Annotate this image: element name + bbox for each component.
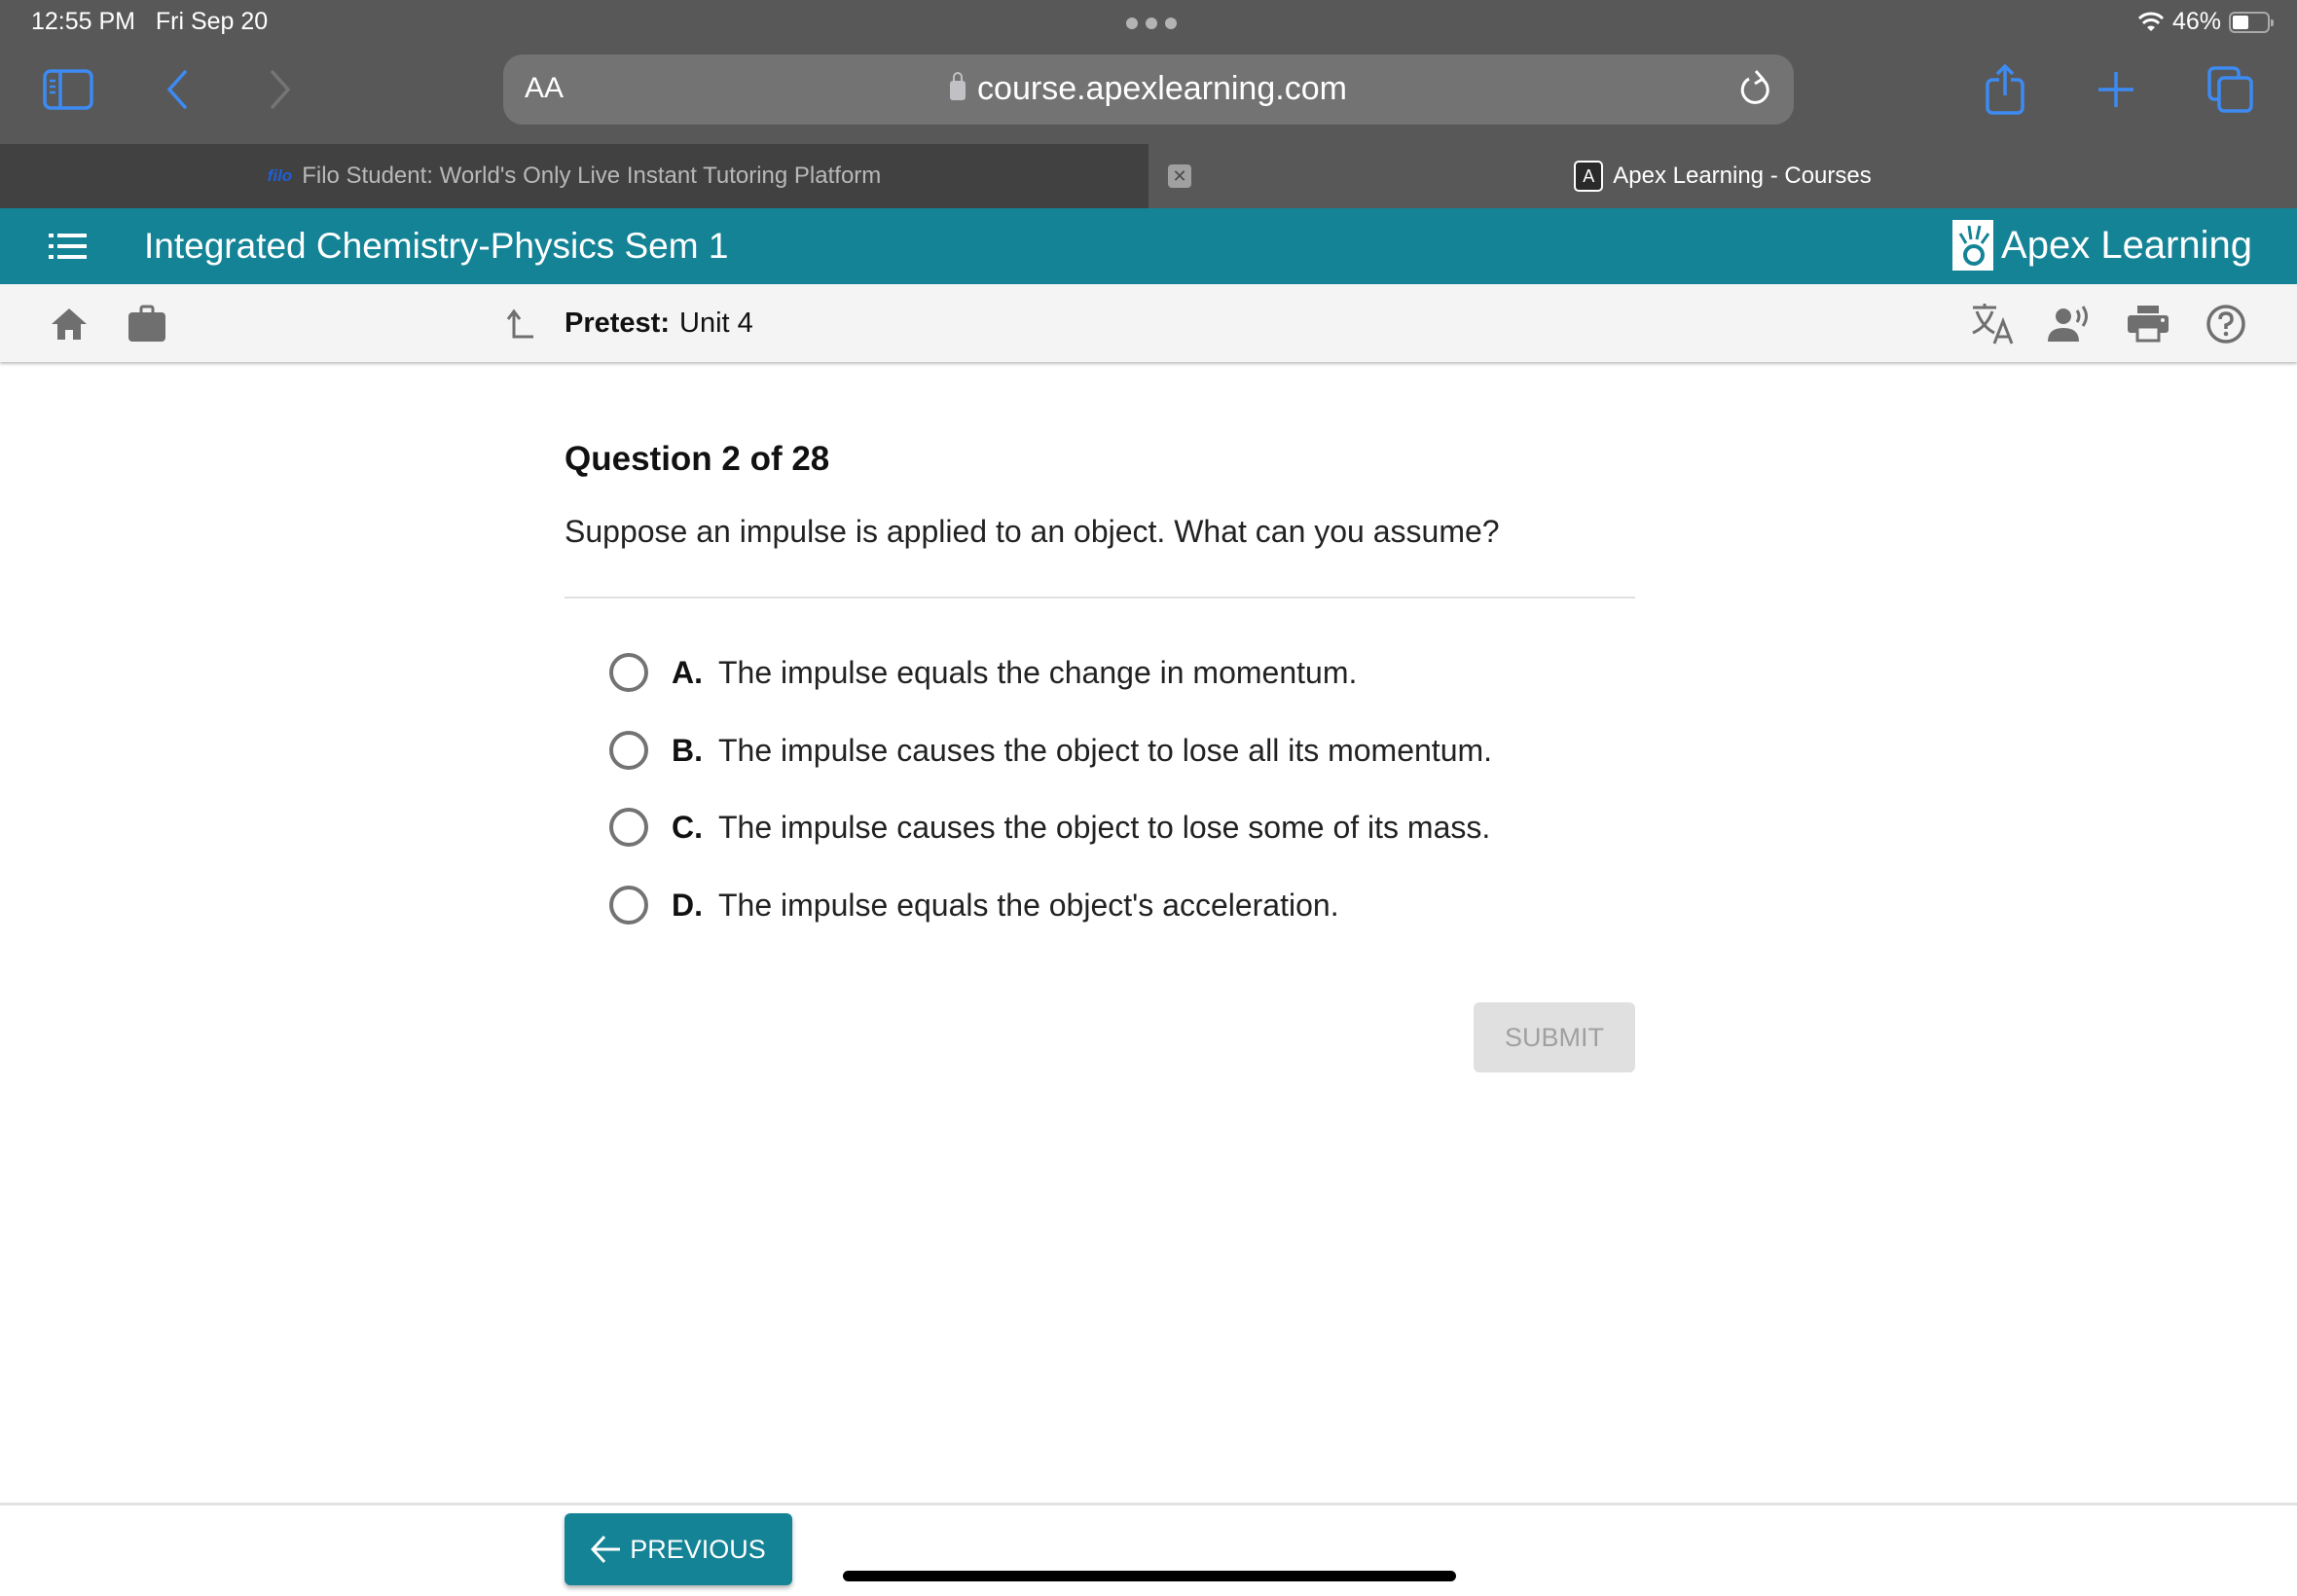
submit-button[interactable]: SUBMIT [1474, 1002, 1635, 1072]
tab-bar: filo Filo Student: World's Only Live Ins… [0, 144, 2297, 208]
home-indicator[interactable] [843, 1571, 1456, 1581]
new-tab-button[interactable] [2087, 60, 2145, 119]
back-icon [166, 70, 187, 109]
help-button[interactable] [2202, 300, 2250, 348]
briefcase-icon [128, 305, 165, 342]
lock-icon [950, 72, 966, 100]
translate-icon [1972, 304, 2014, 345]
course-header: Integrated Chemistry-Physics Sem 1 Apex … [0, 208, 2297, 284]
brand-name: Apex Learning [2001, 223, 2252, 267]
new-tab-icon [2098, 72, 2133, 107]
back-button[interactable] [148, 60, 206, 119]
battery-percent: 46% [2171, 8, 2221, 35]
answer-option-b[interactable]: B. The impulse causes the object to lose… [609, 726, 1492, 775]
status-date: Fri Sep 20 [155, 8, 269, 35]
sidebar-icon [43, 69, 93, 110]
previous-button[interactable]: PREVIOUS [565, 1513, 792, 1585]
address-bar[interactable]: AA course.apexlearning.com [503, 54, 1794, 125]
status-time: 12:55 PM [31, 8, 136, 35]
assessment-type: Pretest: [565, 308, 670, 339]
home-button[interactable] [45, 300, 93, 348]
up-level-icon [506, 308, 533, 339]
tab-filo[interactable]: filo Filo Student: World's Only Live Ins… [0, 144, 1148, 208]
translate-button[interactable] [1969, 300, 2018, 348]
answer-option-d[interactable]: D. The impulse equals the object's accel… [609, 881, 1339, 929]
forward-icon [271, 70, 291, 109]
option-text: The impulse causes the object to lose al… [718, 732, 1493, 768]
radio-button[interactable] [609, 808, 648, 847]
tabs-overview-button[interactable] [2202, 60, 2260, 119]
text-to-speech-icon [2048, 306, 2088, 342]
url-text: course.apexlearning.com [977, 70, 1347, 107]
share-icon [1986, 64, 2024, 115]
up-level-button[interactable] [494, 300, 543, 348]
option-text: The impulse equals the object's accelera… [718, 887, 1339, 923]
apex-favicon-icon: A [1574, 161, 1604, 192]
option-text: The impulse causes the object to lose so… [718, 809, 1491, 845]
option-text: The impulse equals the change in momentu… [718, 654, 1358, 690]
browser-toolbar: 12:55 PM Fri Sep 20 46% AA course.apexle… [0, 0, 2297, 144]
assessment-title: Pretest: Unit 4 [565, 308, 753, 340]
answer-option-a[interactable]: A. The impulse equals the change in mome… [609, 648, 1357, 697]
apex-logo: Apex Learning [1952, 220, 2252, 271]
assessment-name: Unit 4 [679, 308, 753, 339]
radio-button[interactable] [609, 653, 648, 692]
course-menu-button[interactable] [49, 232, 88, 261]
tab-apex[interactable]: A Apex Learning - Courses [1148, 144, 2297, 208]
list-menu-icon [49, 234, 87, 259]
apex-logo-icon [1952, 220, 1994, 271]
assessment-toolbar: Pretest: Unit 4 [0, 284, 2297, 362]
tab-label: Filo Student: World's Only Live Instant … [302, 163, 882, 189]
reload-icon [1740, 70, 1769, 104]
print-icon [2128, 306, 2169, 343]
status-time-date: 12:55 PM Fri Sep 20 [31, 8, 268, 36]
radio-button[interactable] [609, 731, 648, 770]
text-to-speech-button[interactable] [2046, 300, 2095, 348]
option-letter: A. [672, 654, 703, 690]
option-letter: C. [672, 809, 703, 845]
help-icon [2206, 305, 2245, 344]
briefcase-button[interactable] [123, 300, 171, 348]
question-counter: Question 2 of 28 [565, 440, 830, 478]
option-letter: D. [672, 887, 703, 923]
reload-button[interactable] [1737, 68, 1772, 114]
question-divider [565, 597, 1635, 598]
tab-label: Apex Learning - Courses [1613, 163, 1872, 189]
sidebar-toggle-button[interactable] [39, 60, 97, 119]
share-button[interactable] [1976, 60, 2034, 119]
filo-favicon-icon: filo [267, 166, 293, 185]
arrow-left-icon [591, 1535, 621, 1564]
url-display[interactable]: course.apexlearning.com [503, 70, 1794, 108]
home-icon [52, 308, 87, 340]
multitasking-dots[interactable] [1126, 18, 1177, 29]
option-letter: B. [672, 732, 703, 768]
forward-button[interactable] [251, 60, 310, 119]
battery-icon [2229, 11, 2274, 33]
radio-button[interactable] [609, 886, 648, 925]
wifi-icon [2137, 12, 2165, 31]
previous-label: PREVIOUS [630, 1534, 766, 1564]
status-indicators: 46% [2137, 8, 2274, 36]
answer-option-c[interactable]: C. The impulse causes the object to lose… [609, 803, 1490, 852]
question-prompt: Suppose an impulse is applied to an obje… [565, 514, 1500, 549]
print-button[interactable] [2124, 300, 2172, 348]
tabs-icon [2207, 66, 2253, 113]
footer-divider [0, 1503, 2297, 1505]
course-title: Integrated Chemistry-Physics Sem 1 [144, 226, 729, 266]
